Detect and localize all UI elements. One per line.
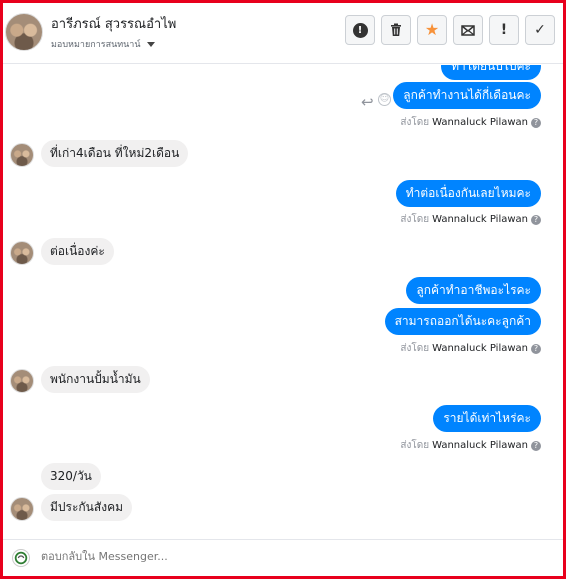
sent-by-label: ส่งโดย Wannaluck Pilawan ? xyxy=(400,438,541,453)
message-list[interactable]: ทำโดยนับไปคะ ↩ ☺ ลูกค้าทำงานได้กี่เดือนค… xyxy=(3,65,563,539)
contact-avatar[interactable] xyxy=(10,241,34,265)
outgoing-message[interactable]: ทำโดยนับไปคะ xyxy=(441,65,541,80)
sent-by-prefix: ส่งโดย xyxy=(400,343,430,354)
conversation-panel: อารีภรณ์ สุวรรณอำไพ มอบหมายการสนทนาน์ ! … xyxy=(0,0,566,579)
outgoing-message[interactable]: ลูกค้าทำงานได้กี่เดือนคะ xyxy=(393,82,541,109)
emoji-icon[interactable]: ☺ xyxy=(378,93,391,106)
outgoing-message[interactable]: ทำต่อเนื่องกันเลยไหมคะ xyxy=(395,180,541,207)
reply-input[interactable] xyxy=(41,550,521,563)
reply-icon[interactable]: ↩ xyxy=(361,93,374,111)
outgoing-message[interactable]: ลูกค้าทำอาชีพอะไรคะ xyxy=(406,277,541,304)
sent-by-label: ส่งโดย Wannaluck Pilawan ? xyxy=(400,341,541,356)
incoming-message[interactable]: พนักงานปั้มน้ำมัน xyxy=(41,366,150,393)
sender-name[interactable]: Wannaluck Pilawan xyxy=(432,214,528,225)
incoming-message[interactable]: 320/วัน xyxy=(41,463,101,490)
contact-name[interactable]: อารีภรณ์ สุวรรณอำไพ xyxy=(51,13,176,34)
contact-avatar[interactable] xyxy=(5,13,43,51)
spam-button[interactable]: ! xyxy=(345,15,375,45)
help-icon[interactable]: ? xyxy=(531,214,541,225)
mark-unread-button[interactable] xyxy=(453,15,483,45)
incoming-message[interactable]: ที่เก่า4เดือน ที่ใหม่2เดือน xyxy=(41,140,189,167)
help-icon[interactable]: ? xyxy=(531,117,541,128)
delete-button[interactable] xyxy=(381,15,411,45)
sender-name[interactable]: Wannaluck Pilawan xyxy=(432,117,528,128)
follow-up-button[interactable]: ! xyxy=(489,15,519,45)
chevron-down-icon xyxy=(146,41,155,47)
exclamation-icon: ! xyxy=(500,22,508,38)
sent-by-prefix: ส่งโดย xyxy=(400,117,430,128)
star-button[interactable]: ★ xyxy=(417,15,447,45)
conversation-header: อารีภรณ์ สุวรรณอำไพ มอบหมายการสนทนาน์ ! … xyxy=(3,3,563,64)
incoming-message[interactable]: ต่อเนื่องค่ะ xyxy=(41,238,114,265)
contact-avatar[interactable] xyxy=(10,369,34,393)
incoming-message[interactable]: มีประกันสังคม xyxy=(41,494,133,521)
done-button[interactable]: ✓ xyxy=(525,15,555,45)
alert-circle-icon: ! xyxy=(352,22,368,38)
help-icon[interactable]: ? xyxy=(531,440,541,451)
page-avatar-icon xyxy=(12,549,30,567)
sent-by-label: ส่งโดย Wannaluck Pilawan ? xyxy=(400,115,541,130)
check-icon: ✓ xyxy=(534,22,546,38)
help-icon[interactable]: ? xyxy=(531,343,541,354)
sender-name[interactable]: Wannaluck Pilawan xyxy=(432,343,528,354)
contact-avatar[interactable] xyxy=(10,497,34,521)
outgoing-message[interactable]: รายได้เท่าไหร่คะ xyxy=(433,405,541,432)
assign-label: มอบหมายการสนทนาน์ xyxy=(51,40,141,50)
star-icon: ★ xyxy=(424,20,440,39)
sent-by-prefix: ส่งโดย xyxy=(400,214,430,225)
assign-conversation-dropdown[interactable]: มอบหมายการสนทนาน์ xyxy=(51,37,155,51)
sent-by-prefix: ส่งโดย xyxy=(400,440,430,451)
header-toolbar: ! ★ ! ✓ xyxy=(345,15,555,45)
contact-avatar[interactable] xyxy=(10,143,34,167)
outgoing-message[interactable]: สามารถออกได้นะคะลูกค้า xyxy=(384,308,541,335)
sender-name[interactable]: Wannaluck Pilawan xyxy=(432,440,528,451)
trash-icon xyxy=(391,23,401,36)
sent-by-label: ส่งโดย Wannaluck Pilawan ? xyxy=(400,212,541,227)
envelope-icon xyxy=(461,25,475,36)
reply-bar xyxy=(3,539,563,576)
